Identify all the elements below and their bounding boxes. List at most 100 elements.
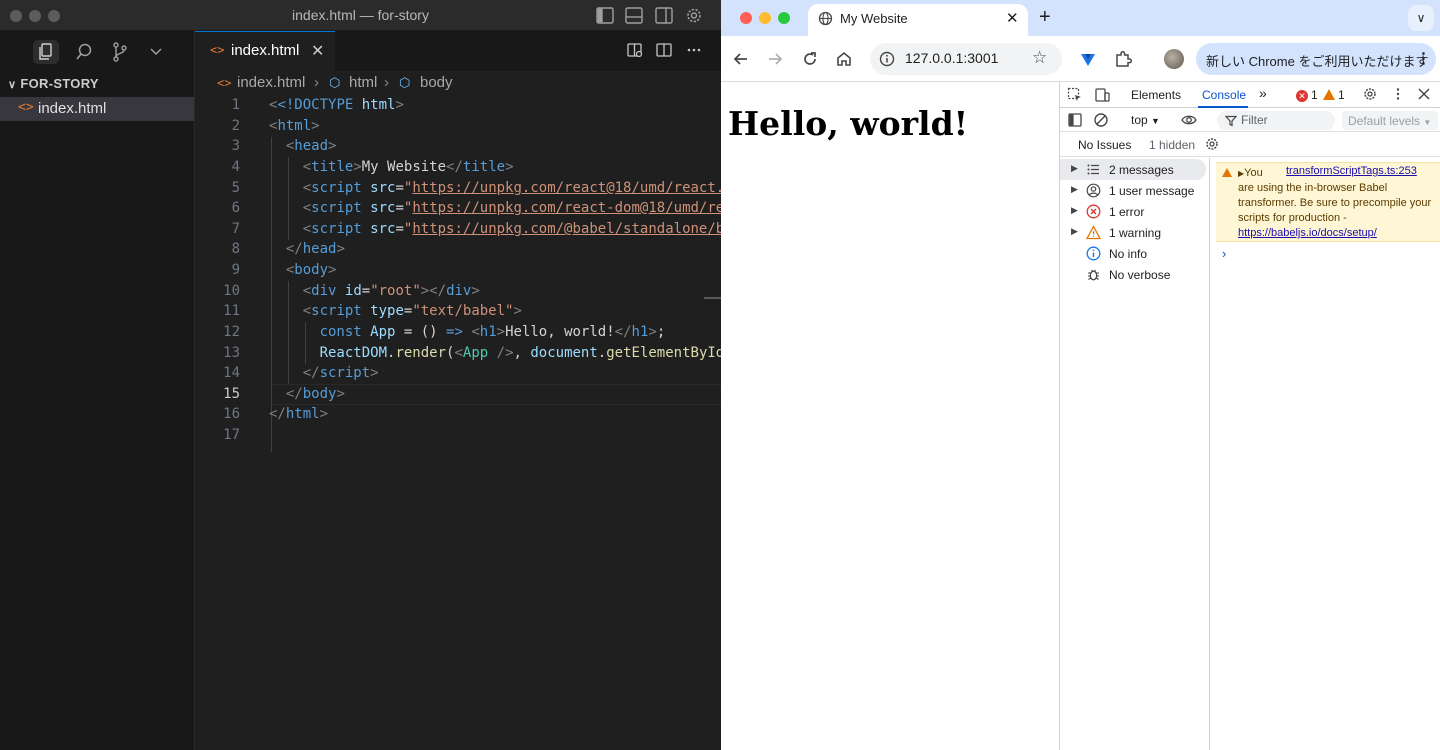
sidebar-item-verbose[interactable]: No verbose: [1060, 264, 1208, 285]
code-line-14: </script>: [302, 365, 379, 381]
explorer-folder-header[interactable]: ∨ FOR-STORY: [8, 76, 99, 91]
site-info-icon[interactable]: [878, 50, 896, 68]
sidebar-item-errors[interactable]: ▶ 1 error: [1060, 201, 1208, 222]
menu-kebab-icon[interactable]: ⋮: [1416, 49, 1431, 67]
expand-arrow-icon[interactable]: ▶: [1071, 163, 1078, 174]
zoom-window-button[interactable]: [778, 12, 790, 24]
tab-elements[interactable]: Elements: [1131, 88, 1181, 102]
tab-index-html[interactable]: <> index.html ✕: [195, 31, 335, 71]
line-number: 3: [231, 138, 240, 154]
close-tab-icon[interactable]: ✕: [1006, 9, 1019, 27]
address-bar[interactable]: 127.0.0.1:3001 ☆: [870, 43, 1062, 75]
settings-gear-icon[interactable]: [684, 6, 704, 25]
babel-docs-link[interactable]: https://babeljs.io/docs/setup/: [1238, 227, 1377, 239]
tab-console[interactable]: Console: [1202, 88, 1246, 102]
extension-icon[interactable]: [1078, 49, 1098, 69]
list-icon: [1086, 162, 1101, 177]
sidebar-item-user-messages[interactable]: ▶ 1 user message: [1060, 180, 1208, 201]
live-expression-eye-icon[interactable]: [1181, 112, 1197, 128]
html-file-icon: <>: [18, 100, 34, 115]
breadcrumb: <> index.html › ⬡ html › ⬡ body: [195, 71, 721, 95]
code-line-11: <script type="text/babel">: [302, 303, 522, 319]
sidebar-item-warnings[interactable]: ▶ 1 warning: [1060, 222, 1208, 243]
context-selector[interactable]: top ▼: [1131, 113, 1160, 127]
toggle-panel-icon[interactable]: [624, 6, 644, 25]
warning-count-badge[interactable]: 1: [1323, 88, 1345, 102]
tab-label: index.html: [231, 42, 300, 59]
error-icon: ✕: [1296, 90, 1308, 102]
issues-count[interactable]: No Issues: [1078, 138, 1131, 152]
chrome-update-button[interactable]: 新しい Chrome をご利用いただけます ⋮: [1196, 43, 1436, 75]
breadcrumb-separator-icon: ›: [314, 74, 319, 91]
code-line-1: <<!DOCTYPE html>: [269, 97, 404, 113]
split-editor-icon[interactable]: [655, 41, 673, 59]
code-line-12: const App = () => <h1>Hello, world!</h1>…: [319, 324, 666, 340]
show-sidebar-icon[interactable]: [1067, 112, 1083, 128]
console-toolbar: top ▼ Filter Default levels ▼: [1060, 108, 1440, 132]
more-tabs-chevron-icon[interactable]: »: [1259, 85, 1267, 101]
console-settings-gear-icon[interactable]: [1204, 136, 1220, 152]
inspect-element-icon[interactable]: [1067, 87, 1083, 103]
code-line-3: <head>: [285, 138, 337, 154]
overview-ruler-mark: [704, 297, 721, 299]
search-icon[interactable]: [71, 40, 97, 64]
close-devtools-icon[interactable]: [1416, 86, 1432, 102]
breadcrumb-html[interactable]: html: [349, 74, 377, 91]
element-icon: ⬡: [329, 75, 341, 90]
console-filter-input[interactable]: Filter: [1217, 111, 1335, 130]
clear-console-icon[interactable]: [1093, 112, 1109, 128]
sidebar-label: No info: [1109, 247, 1148, 261]
console-prompt-chevron-icon[interactable]: ›: [1222, 246, 1226, 261]
code-editor[interactable]: 1 2 3 4 5 6 7 8 9 10 11 12 13 14 15 16 17 <<!DOCTYPE htm…: [195, 95, 721, 750]
code-line-16: </html>: [269, 406, 329, 422]
error-count: 1: [1311, 88, 1318, 102]
update-label: 新しい Chrome をご利用いただけます: [1206, 54, 1429, 69]
reload-icon[interactable]: [800, 49, 820, 69]
breadcrumb-file[interactable]: index.html: [237, 74, 305, 91]
new-tab-icon[interactable]: +: [1039, 6, 1051, 29]
log-levels-dropdown[interactable]: Default levels ▼: [1342, 111, 1438, 130]
expand-arrow-icon[interactable]: ▶: [1071, 205, 1078, 216]
line-number: 17: [223, 427, 240, 443]
forward-arrow-icon[interactable]: [765, 49, 785, 69]
tab-search-chevron-icon[interactable]: ∨: [1408, 5, 1434, 31]
explorer-file-index-html[interactable]: <> index.html: [0, 97, 194, 121]
browser-tab[interactable]: My Website ✕: [808, 4, 1028, 36]
toggle-sidebar-icon[interactable]: [595, 6, 615, 25]
warning-prefix: You: [1244, 167, 1263, 179]
chevron-down-icon[interactable]: [143, 40, 169, 64]
expand-arrow-icon[interactable]: ▶: [1071, 226, 1078, 237]
user-icon: [1086, 183, 1101, 198]
sidebar-item-messages[interactable]: ▶ 2 messages: [1060, 159, 1206, 180]
source-location-link[interactable]: transformScriptTags.ts:253: [1286, 165, 1417, 177]
home-icon[interactable]: [834, 49, 854, 69]
more-actions-icon[interactable]: [685, 41, 703, 59]
minimize-window-button[interactable]: [759, 12, 771, 24]
breadcrumb-body[interactable]: body: [420, 74, 453, 91]
code-line-8: </head>: [285, 241, 345, 257]
info-icon: [1086, 246, 1101, 261]
device-toolbar-icon[interactable]: [1094, 87, 1110, 103]
line-number: 14: [223, 365, 240, 381]
close-window-button[interactable]: [740, 12, 752, 24]
source-control-icon[interactable]: [107, 40, 133, 64]
extensions-puzzle-icon[interactable]: [1113, 49, 1133, 69]
profile-avatar[interactable]: [1164, 49, 1184, 69]
globe-icon: [818, 11, 833, 26]
toggle-secondary-sidebar-icon[interactable]: [654, 6, 674, 25]
html-file-icon: <>: [210, 43, 225, 57]
close-tab-icon[interactable]: ✕: [311, 41, 324, 61]
code-line-4: <title>My Website</title>: [302, 159, 514, 175]
code-line-10: <div id="root"></div>: [302, 283, 480, 299]
error-count-badge[interactable]: ✕ 1: [1296, 88, 1318, 102]
back-arrow-icon[interactable]: [731, 49, 751, 69]
console-warning-message[interactable]: ▶You are using the in-browser Babel tran…: [1216, 162, 1440, 242]
warning-count: 1: [1338, 88, 1345, 102]
open-preview-icon[interactable]: [626, 41, 644, 59]
devtools-menu-kebab-icon[interactable]: [1390, 86, 1406, 102]
devtools-settings-gear-icon[interactable]: [1362, 86, 1378, 102]
bookmark-star-icon[interactable]: ☆: [1032, 48, 1047, 68]
explorer-files-icon[interactable]: [33, 40, 59, 64]
expand-arrow-icon[interactable]: ▶: [1071, 184, 1078, 195]
sidebar-item-info[interactable]: No info: [1060, 243, 1208, 264]
